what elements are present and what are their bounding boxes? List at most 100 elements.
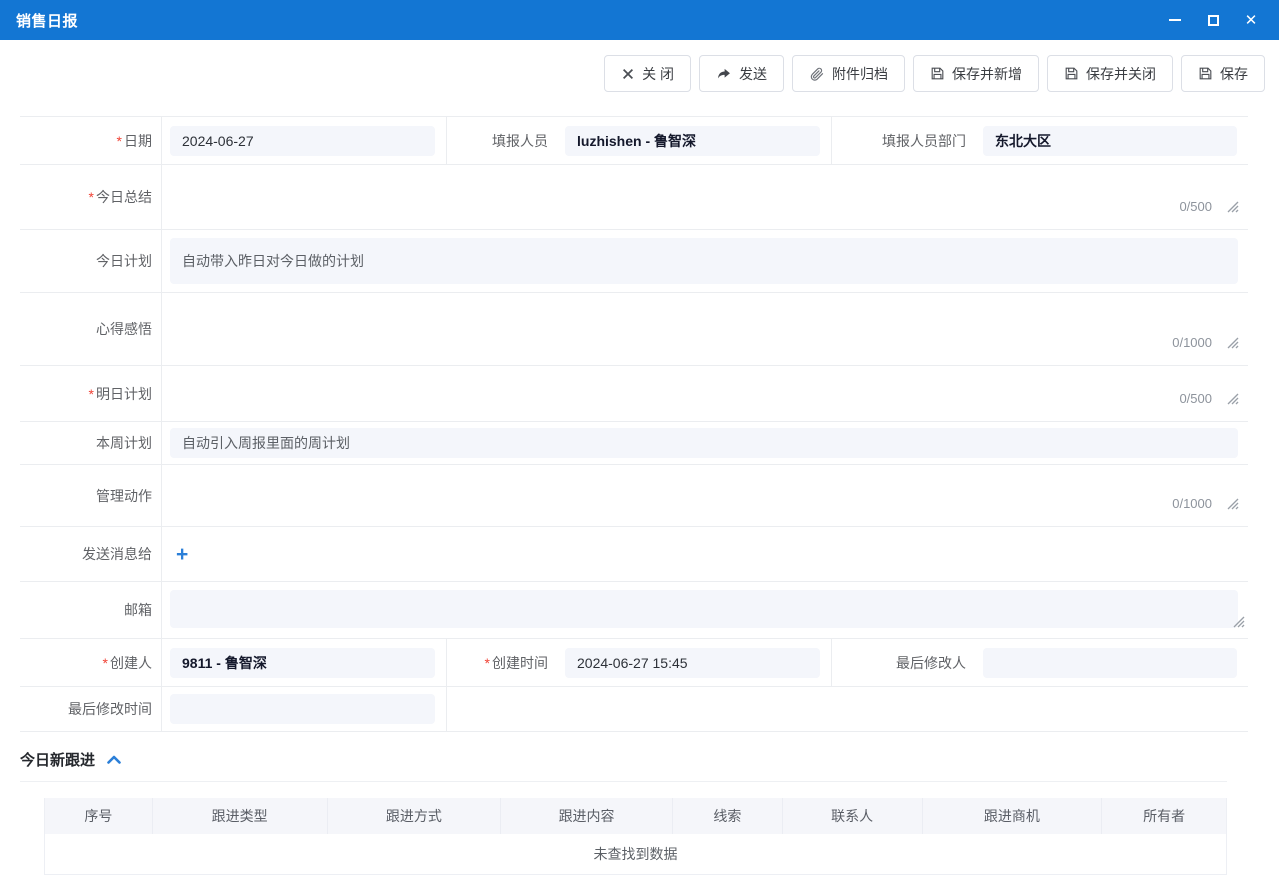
today-plan-field: 自动带入昨日对今日做的计划 [162, 230, 1248, 292]
insights-field: 0/1000 [162, 293, 1248, 365]
last-modifier-input[interactable] [983, 648, 1237, 678]
form-row-send-message-to: 发送消息给 + [20, 527, 1248, 582]
form-row-basic: * 日期 2024-06-27 填报人员 luzhishen - 鲁智深 填报人… [20, 117, 1248, 165]
col-owner: 所有者 [1102, 798, 1226, 834]
save-icon [930, 66, 945, 81]
today-plan-textarea[interactable]: 自动带入昨日对今日做的计划 [170, 238, 1238, 284]
today-summary-label: * 今日总结 [20, 165, 162, 229]
resize-handle-icon[interactable] [1225, 335, 1239, 352]
reporter-dept-label: 填报人员部门 [831, 117, 975, 164]
col-followup-content: 跟进内容 [501, 798, 673, 834]
form-row-management-action: 管理动作 0/1000 [20, 465, 1248, 527]
date-field: 2024-06-27 [162, 117, 446, 164]
management-action-counter: 0/1000 [1172, 496, 1212, 511]
form-row-tomorrow-plan: * 明日计划 0/500 [20, 366, 1248, 422]
window-controls: ✕ [1167, 12, 1263, 28]
today-summary-textarea[interactable] [170, 182, 1237, 212]
save-icon [1198, 66, 1213, 81]
reporter-input[interactable]: luzhishen - 鲁智深 [565, 126, 820, 156]
section-divider [20, 781, 1227, 782]
email-field [162, 582, 1248, 638]
col-lead: 线索 [673, 798, 783, 834]
collapse-section-icon[interactable] [106, 754, 122, 765]
minimize-icon[interactable] [1167, 12, 1183, 28]
resize-handle-icon[interactable] [1231, 614, 1245, 631]
attach-archive-button[interactable]: 附件归档 [792, 55, 905, 92]
form-row-week-plan: 本周计划 自动引入周报里面的周计划 [20, 422, 1248, 465]
followup-section-header: 今日新跟进 [20, 732, 1248, 781]
col-followup-type: 跟进类型 [153, 798, 328, 834]
save-icon [1064, 66, 1079, 81]
management-action-textarea[interactable] [170, 481, 1237, 511]
col-contact: 联系人 [783, 798, 923, 834]
tomorrow-plan-textarea[interactable] [170, 379, 1237, 409]
today-plan-label: 今日计划 [20, 230, 162, 292]
row-spacer [446, 687, 1248, 731]
paperclip-icon [809, 66, 825, 82]
created-time-input[interactable]: 2024-06-27 15:45 [565, 648, 820, 678]
email-input[interactable] [170, 590, 1238, 628]
resize-handle-icon[interactable] [1225, 391, 1239, 408]
tomorrow-plan-label: * 明日计划 [20, 366, 162, 421]
tomorrow-plan-counter: 0/500 [1179, 391, 1212, 406]
form-row-last-modified: 最后修改时间 [20, 687, 1248, 732]
dialog-title: 销售日报 [16, 10, 78, 31]
save-and-new-button[interactable]: 保存并新增 [913, 55, 1039, 92]
tomorrow-plan-field: 0/500 [162, 366, 1248, 421]
reporter-label: 填报人员 [446, 117, 557, 164]
week-plan-label: 本周计划 [20, 422, 162, 464]
today-summary-counter: 0/500 [1179, 199, 1212, 214]
last-modifier-label: 最后修改人 [831, 639, 975, 686]
daily-report-form: * 日期 2024-06-27 填报人员 luzhishen - 鲁智深 填报人… [20, 116, 1248, 732]
followup-section-title: 今日新跟进 [20, 749, 95, 770]
close-icon [621, 67, 635, 81]
creator-input[interactable]: 9811 - 鲁智深 [170, 648, 435, 678]
date-label: * 日期 [20, 117, 162, 164]
send-message-to-field: + [162, 527, 1248, 581]
send-button[interactable]: 发送 [699, 55, 784, 92]
creator-field: 9811 - 鲁智深 [162, 639, 446, 686]
toolbar: 关 闭 发送 附件归档 保存并新增 保存并关闭 保存 [0, 55, 1265, 92]
reporter-field: luzhishen - 鲁智深 [557, 117, 831, 164]
last-modified-time-label: 最后修改时间 [20, 687, 162, 731]
save-button[interactable]: 保存 [1181, 55, 1265, 92]
followup-table: 序号 跟进类型 跟进方式 跟进内容 线索 联系人 跟进商机 所有者 未查找到数据 [44, 798, 1227, 875]
insights-counter: 0/1000 [1172, 335, 1212, 350]
form-row-email: 邮箱 [20, 582, 1248, 639]
col-followup-method: 跟进方式 [328, 798, 502, 834]
form-row-audit: * 创建人 9811 - 鲁智深 * 创建时间 2024-06-27 15:45… [20, 639, 1248, 687]
management-action-label: 管理动作 [20, 465, 162, 526]
today-summary-field: 0/500 [162, 165, 1248, 229]
form-row-today-summary: * 今日总结 0/500 [20, 165, 1248, 230]
week-plan-input[interactable]: 自动引入周报里面的周计划 [170, 428, 1238, 458]
reporter-dept-field: 东北大区 [975, 117, 1248, 164]
insights-textarea[interactable] [170, 314, 1237, 344]
created-time-label: * 创建时间 [446, 639, 557, 686]
email-label: 邮箱 [20, 582, 162, 638]
management-action-field: 0/1000 [162, 465, 1248, 526]
save-and-close-button[interactable]: 保存并关闭 [1047, 55, 1173, 92]
followup-table-header: 序号 跟进类型 跟进方式 跟进内容 线索 联系人 跟进商机 所有者 [45, 798, 1226, 834]
close-button[interactable]: 关 闭 [604, 55, 691, 92]
last-modified-time-input[interactable] [170, 694, 435, 724]
reporter-dept-input[interactable]: 东北大区 [983, 126, 1237, 156]
insights-label: 心得感悟 [20, 293, 162, 365]
send-icon [716, 66, 732, 81]
close-window-icon[interactable]: ✕ [1243, 12, 1259, 28]
form-row-insights: 心得感悟 0/1000 [20, 293, 1248, 366]
maximize-icon[interactable] [1205, 12, 1221, 28]
created-time-field: 2024-06-27 15:45 [557, 639, 831, 686]
last-modified-time-field [162, 687, 446, 731]
creator-label: * 创建人 [20, 639, 162, 686]
resize-handle-icon[interactable] [1225, 496, 1239, 513]
send-message-to-label: 发送消息给 [20, 527, 162, 581]
table-empty-message: 未查找到数据 [45, 834, 1226, 874]
col-seq: 序号 [45, 798, 153, 834]
date-input[interactable]: 2024-06-27 [170, 126, 435, 156]
col-opportunity: 跟进商机 [923, 798, 1103, 834]
dialog-titlebar: 销售日报 ✕ [0, 0, 1279, 40]
add-recipient-icon[interactable]: + [176, 544, 188, 565]
last-modifier-field [975, 639, 1248, 686]
resize-handle-icon[interactable] [1225, 199, 1239, 216]
form-row-today-plan: 今日计划 自动带入昨日对今日做的计划 [20, 230, 1248, 293]
